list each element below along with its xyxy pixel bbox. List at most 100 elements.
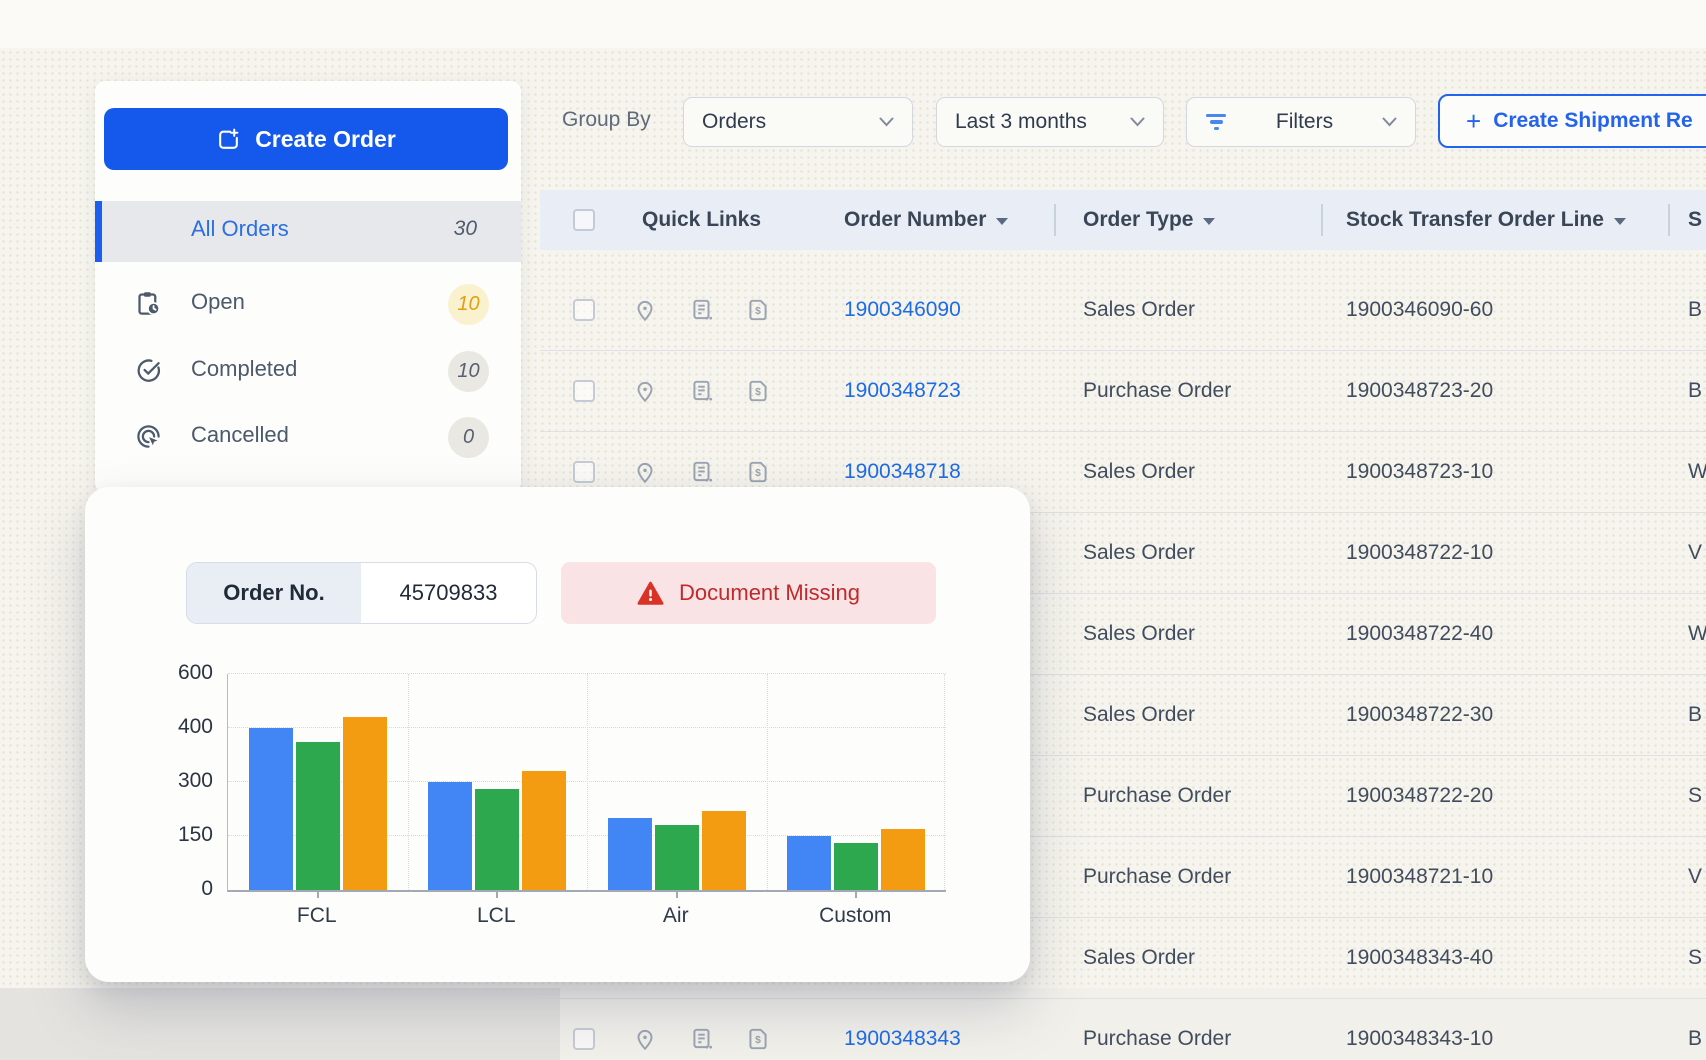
filters-button[interactable]: Filters — [1186, 97, 1416, 147]
gridline — [944, 674, 945, 890]
order-notes-icon[interactable] — [689, 297, 715, 323]
table-row: $ 1900348723 Purchase Order 1900348723-20 B — [540, 351, 1706, 432]
location-pin-icon[interactable] — [632, 459, 658, 485]
date-range-value: Last 3 months — [955, 110, 1087, 134]
last-column-cell: S — [1688, 784, 1702, 808]
sidebar-item-open[interactable]: Open 10 — [95, 274, 521, 335]
x-axis-tick — [496, 892, 498, 898]
order-type-cell: Sales Order — [1083, 622, 1195, 646]
create-order-button[interactable]: Create Order — [104, 108, 508, 170]
app-canvas: Group By Orders Last 3 months Filters + … — [0, 0, 1706, 1060]
cancel-click-icon — [135, 423, 162, 450]
last-column-cell: B — [1688, 703, 1702, 727]
order-number-link[interactable]: 1900348343 — [844, 1027, 961, 1051]
create-shipment-button[interactable]: + Create Shipment Re — [1438, 94, 1706, 148]
sidebar-item-cancelled[interactable]: Cancelled 0 — [95, 407, 521, 468]
order-type-cell: Sales Order — [1083, 460, 1195, 484]
check-circle-icon — [135, 357, 162, 384]
order-number-link[interactable]: 1900346090 — [844, 298, 961, 322]
order-notes-icon[interactable] — [689, 459, 715, 485]
row-checkbox[interactable] — [573, 299, 595, 321]
order-type-cell: Purchase Order — [1083, 379, 1231, 403]
header-divider — [1321, 204, 1323, 236]
select-all-checkbox[interactable] — [573, 209, 595, 231]
row-checkbox[interactable] — [573, 1028, 595, 1050]
row-checkbox[interactable] — [573, 461, 595, 483]
order-number-link[interactable]: 1900348723 — [844, 379, 961, 403]
location-pin-icon[interactable] — [632, 378, 658, 404]
order-type-cell: Sales Order — [1083, 946, 1195, 970]
last-column-cell: B — [1688, 379, 1702, 403]
svg-text:$: $ — [755, 468, 761, 479]
group-by-value: Orders — [702, 110, 766, 134]
bar-LCL-green — [475, 789, 519, 890]
svg-text:$: $ — [755, 387, 761, 398]
count-badge: 10 — [448, 351, 489, 392]
date-range-select[interactable]: Last 3 months — [936, 97, 1164, 147]
header-divider — [1668, 204, 1670, 236]
clipboard-clock-icon — [135, 290, 162, 317]
stock-transfer-line-cell: 1900348721-10 — [1346, 865, 1493, 889]
invoice-document-icon[interactable]: $ — [745, 1026, 771, 1052]
y-tick-label: 400 — [143, 715, 213, 739]
order-notes-icon[interactable] — [689, 1026, 715, 1052]
sort-caret-icon — [1203, 218, 1215, 225]
header-order-number[interactable]: Order Number — [844, 190, 1008, 250]
chevron-down-icon — [1382, 117, 1397, 127]
y-tick-label: 300 — [143, 769, 213, 793]
create-order-label: Create Order — [255, 126, 396, 153]
stock-transfer-line-cell: 1900348723-20 — [1346, 379, 1493, 403]
invoice-document-icon[interactable]: $ — [745, 459, 771, 485]
location-pin-icon[interactable] — [632, 297, 658, 323]
order-no-field[interactable]: Order No. 45709833 — [186, 562, 537, 624]
bottom-shadow-band — [0, 988, 560, 1060]
row-checkbox[interactable] — [573, 380, 595, 402]
plus-icon: + — [1466, 108, 1481, 134]
invoice-document-icon[interactable]: $ — [745, 378, 771, 404]
svg-text:$: $ — [755, 306, 761, 317]
order-type-cell: Purchase Order — [1083, 1027, 1231, 1051]
order-type-cell: Purchase Order — [1083, 865, 1231, 889]
header-order-type[interactable]: Order Type — [1083, 190, 1215, 250]
order-number-link[interactable]: 1900348718 — [844, 460, 961, 484]
create-order-icon — [216, 127, 241, 152]
bar-Air-orange — [702, 811, 746, 890]
sidebar-item-label: All Orders — [191, 216, 289, 242]
order-no-value: 45709833 — [361, 563, 536, 623]
header-stock-transfer[interactable]: Stock Transfer Order Line — [1346, 190, 1626, 250]
bar-LCL-orange — [522, 771, 566, 890]
group-by-select[interactable]: Orders — [683, 97, 913, 147]
bar-Air-blue — [608, 818, 652, 890]
table-row: $ 1900346090Sales Order1900346090-60B — [540, 270, 1706, 351]
chevron-down-icon — [879, 117, 894, 127]
location-pin-icon[interactable] — [632, 1026, 658, 1052]
active-indicator — [95, 201, 102, 262]
bar-FCL-blue — [249, 728, 293, 890]
filters-label: Filters — [1276, 110, 1333, 134]
stock-transfer-line-cell: 1900346090-60 — [1346, 298, 1493, 322]
bar-Air-green — [655, 825, 699, 890]
order-type-cell: Sales Order — [1083, 703, 1195, 727]
x-axis-tick — [855, 892, 857, 898]
order-notes-icon[interactable] — [689, 378, 715, 404]
count-badge: 10 — [448, 284, 489, 325]
header-quick-links: Quick Links — [642, 190, 761, 250]
stock-transfer-line-cell: 1900348722-10 — [1346, 541, 1493, 565]
orders-sidebar: Create Order All Orders 30 Open 10 — [95, 81, 521, 493]
sort-caret-icon — [1614, 218, 1626, 225]
gridline — [767, 674, 768, 890]
last-column-cell: B — [1688, 298, 1702, 322]
sidebar-item-all-orders[interactable]: All Orders 30 — [95, 201, 521, 262]
last-column-cell: V — [1688, 541, 1702, 565]
bar-FCL-green — [296, 742, 340, 891]
x-axis-tick — [676, 892, 678, 898]
warning-triangle-icon — [637, 580, 664, 607]
stock-transfer-line-cell: 1900348722-30 — [1346, 703, 1493, 727]
invoice-document-icon[interactable]: $ — [745, 297, 771, 323]
bar-LCL-blue — [428, 782, 472, 890]
x-axis-tick — [317, 892, 319, 898]
create-shipment-label: Create Shipment Re — [1493, 109, 1693, 133]
order-detail-popup: Order No. 45709833 Document Missing 0150… — [85, 487, 1030, 982]
sidebar-item-completed[interactable]: Completed 10 — [95, 341, 521, 402]
sidebar-item-label: Open — [191, 289, 245, 315]
